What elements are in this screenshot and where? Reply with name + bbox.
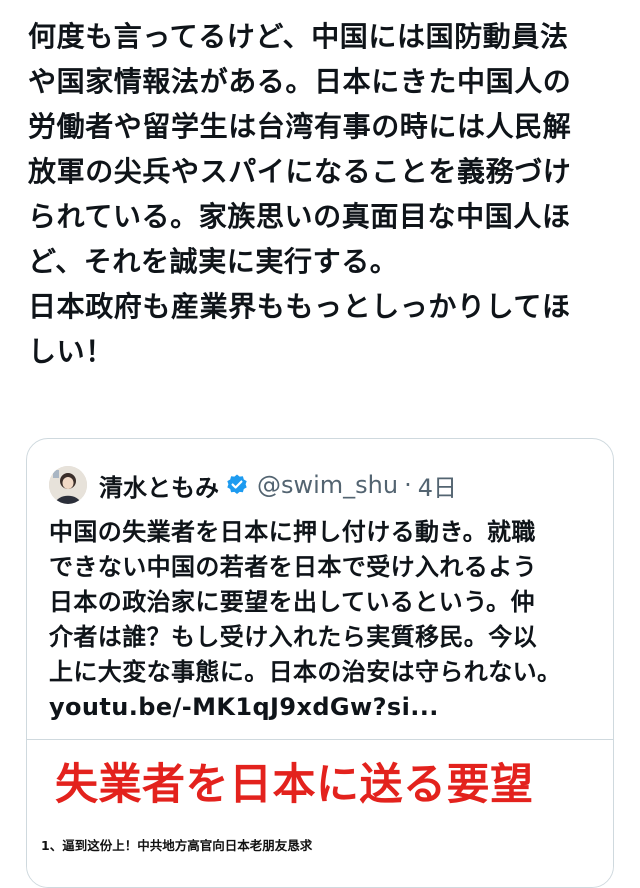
media-headline: 失業者を日本に送る要望: [55, 760, 534, 810]
media-caption: 1、逼到这份上！中共地方高官向日本老朋友恳求: [41, 838, 313, 853]
quote-link[interactable]: youtu.be/-MK1qJ9xdGw?si...: [49, 690, 601, 725]
quoted-tweet-text: 中国の失業者を日本に押し付ける動き。就職 できない中国の若者を日本で受け入れるよ…: [49, 515, 601, 725]
quoted-tweet-header: 清水ともみ @swim_shu · 4日: [49, 465, 457, 505]
tweet-line: ど、それを誠実に実行する。: [28, 245, 399, 278]
quote-line: 介者は誰？もし受け入れたら実質移民。今以: [49, 623, 537, 651]
timestamp[interactable]: 4日: [418, 468, 457, 503]
quoted-tweet-card[interactable]: 清水ともみ @swim_shu · 4日 中国の失業者を日本に押し付ける動き。就…: [26, 438, 614, 888]
tweet-line: 労働者や留学生は台湾有事の時には人民解: [28, 110, 572, 143]
tweet-line: しい！: [28, 335, 114, 368]
verified-badge-icon: [225, 473, 249, 497]
separator-dot: ·: [404, 471, 412, 499]
media-preview[interactable]: 失業者を日本に送る要望 1、逼到这份上！中共地方高官向日本老朋友恳求: [27, 739, 613, 887]
author-name[interactable]: 清水ともみ: [99, 468, 219, 503]
tweet-line: や国家情報法がある。日本にきた中国人の: [28, 65, 572, 98]
quote-line: できない中国の若者を日本で受け入れるよう: [49, 553, 537, 581]
tweet-line: 何度も言ってるけど、中国には国防動員法: [28, 20, 569, 53]
quote-line: 上に大変な事態に。日本の治安は守られない。: [49, 658, 562, 686]
avatar[interactable]: [49, 466, 87, 504]
tweet-line: られている。家族思いの真面目な中国人ほ: [28, 200, 571, 233]
tweet-line: 放軍の尖兵やスパイになることを義務づけ: [28, 155, 572, 188]
quote-line: 中国の失業者を日本に押し付ける動き。就職: [49, 518, 536, 546]
tweet-text: 何度も言ってるけど、中国には国防動員法 や国家情報法がある。日本にきた中国人の …: [28, 14, 618, 374]
quote-line: 日本の政治家に要望を出しているという。仲: [49, 588, 535, 616]
author-handle[interactable]: @swim_shu: [257, 471, 398, 499]
tweet-line: 日本政府も産業界ももっとしっかりしてほ: [28, 290, 571, 323]
